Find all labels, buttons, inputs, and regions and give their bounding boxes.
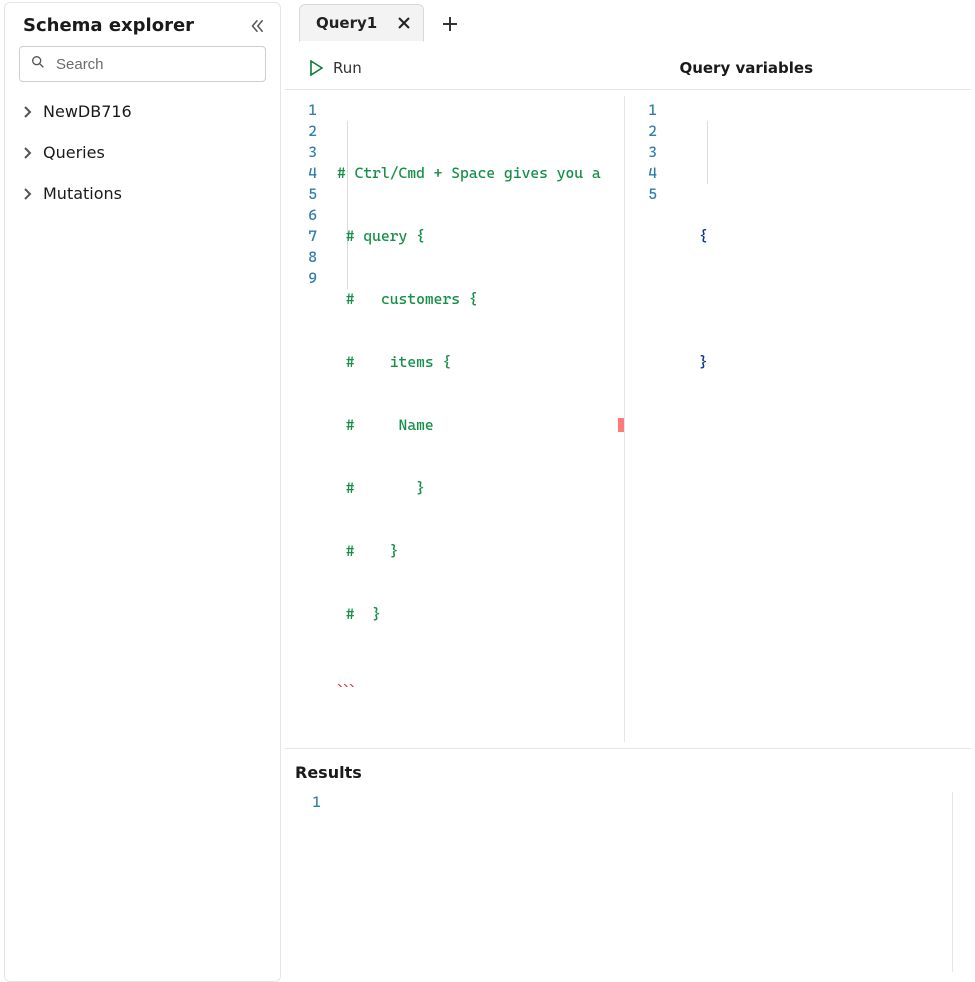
sidebar-header: Schema explorer: [5, 9, 280, 44]
results-title: Results: [289, 763, 953, 782]
main-area: Query1 Run Query variables: [285, 2, 971, 982]
code-line: # Name: [337, 416, 434, 434]
tree-item-mutations[interactable]: Mutations: [13, 180, 272, 207]
schema-tree: NewDB716 Queries Mutations: [5, 92, 280, 207]
results-editor[interactable]: 1: [289, 792, 953, 972]
code-line: # query {: [337, 227, 425, 245]
editors-row: 123456789 # Ctrl/Cmd + Space gives you a…: [285, 90, 971, 749]
variables-heading: Query variables: [679, 59, 813, 77]
tab-bar: Query1: [285, 2, 971, 46]
code-line: {: [677, 227, 708, 245]
collapse-panel-icon[interactable]: [248, 17, 266, 35]
tree-item-label: Queries: [43, 143, 105, 162]
code-line: # items {: [337, 353, 451, 371]
tab-query1[interactable]: Query1: [299, 4, 424, 42]
schema-explorer-panel: Schema explorer NewDB716: [4, 2, 281, 982]
search-icon: [30, 54, 46, 74]
add-tab-button[interactable]: [432, 2, 468, 46]
code-line: # customers {: [337, 290, 478, 308]
tab-label: Query1: [316, 14, 377, 32]
query-editor[interactable]: 123456789 # Ctrl/Cmd + Space gives you a…: [285, 96, 625, 742]
run-button[interactable]: Run: [301, 55, 370, 81]
run-label: Run: [333, 59, 362, 77]
chevron-right-icon: [21, 188, 35, 200]
editor-toolbar: Run Query variables: [285, 46, 971, 90]
tree-item-label: NewDB716: [43, 102, 132, 121]
search-field[interactable]: [19, 46, 266, 82]
app-root: Schema explorer NewDB716: [0, 0, 975, 620]
variables-gutter: 12345: [625, 100, 669, 478]
query-gutter: 123456789: [285, 100, 329, 730]
results-body: [333, 792, 952, 972]
chevron-right-icon: [21, 147, 35, 159]
close-tab-icon[interactable]: [397, 16, 411, 30]
variables-code-area[interactable]: { }: [669, 100, 971, 478]
code-line: # }: [337, 605, 381, 623]
code-line: }: [677, 353, 708, 371]
chevron-right-icon: [21, 106, 35, 118]
run-icon: [309, 60, 323, 76]
code-line: # }: [337, 542, 399, 560]
variables-editor[interactable]: 12345 { }: [625, 96, 971, 742]
tree-item-newdb[interactable]: NewDB716: [13, 98, 272, 125]
change-marker-icon: [618, 418, 624, 432]
results-gutter: 1: [289, 792, 333, 972]
code-line: # }: [337, 479, 425, 497]
error-squiggle: [337, 668, 355, 687]
tree-item-label: Mutations: [43, 184, 122, 203]
sidebar-title: Schema explorer: [23, 15, 194, 36]
search-input[interactable]: [54, 55, 257, 74]
query-code-area[interactable]: # Ctrl/Cmd + Space gives you a # query {…: [329, 100, 624, 730]
tree-item-queries[interactable]: Queries: [13, 139, 272, 166]
results-panel: Results 1: [285, 749, 971, 982]
code-line: # Ctrl/Cmd + Space gives you a: [337, 164, 601, 182]
